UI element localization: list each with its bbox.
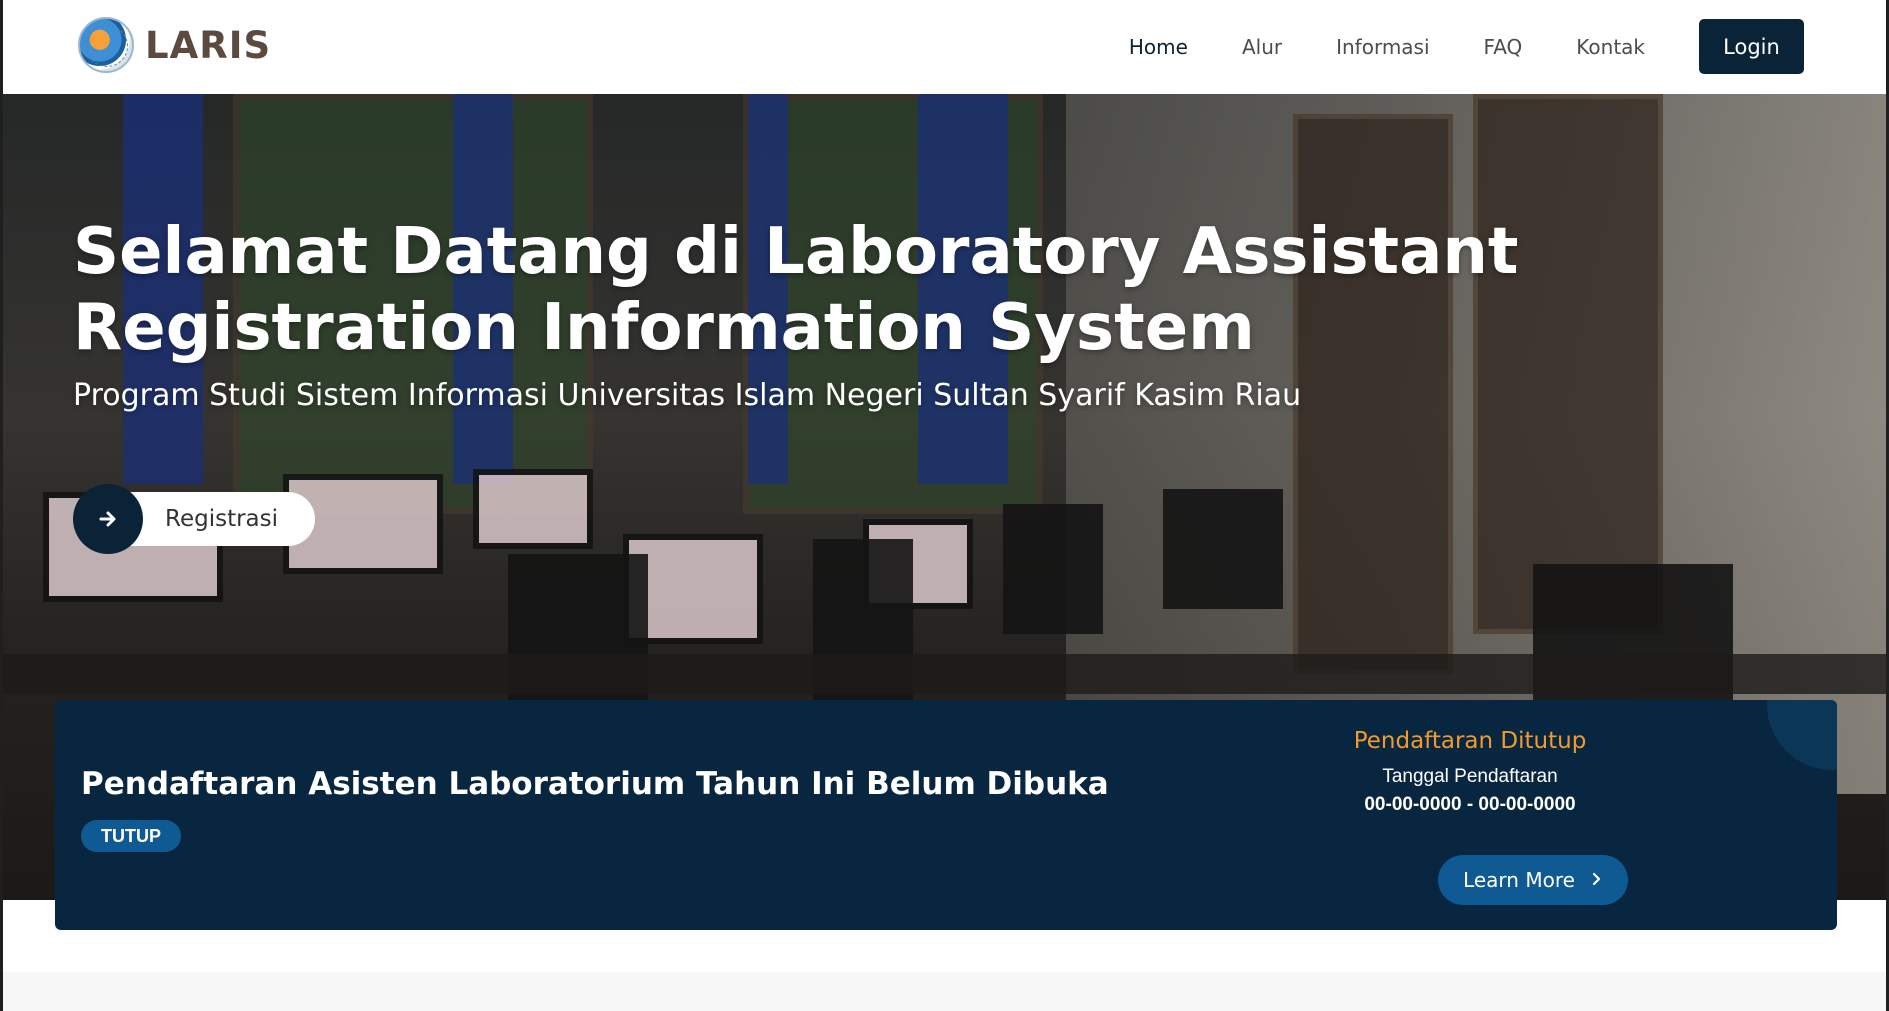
registration-status-card: Pendaftaran Asisten Laboratorium Tahun I…	[55, 700, 1837, 930]
hero-bg-door	[1293, 114, 1453, 674]
status-title: Pendaftaran Asisten Laboratorium Tahun I…	[81, 766, 1109, 802]
arrow-right-icon	[73, 484, 143, 554]
learn-more-label: Learn More	[1463, 868, 1575, 892]
main-nav: Home Alur Informasi FAQ Kontak Login	[1129, 19, 1804, 74]
status-badge: TUTUP	[81, 820, 181, 852]
registrasi-button[interactable]: Registrasi	[73, 484, 315, 554]
brand[interactable]: LARIS	[78, 17, 271, 73]
nav-item-alur[interactable]: Alur	[1242, 35, 1282, 59]
registration-period: Pendaftaran Ditutup Tanggal Pendaftaran …	[1345, 728, 1595, 816]
hero-bg-pc-tower	[1163, 489, 1283, 609]
nav-item-kontak[interactable]: Kontak	[1576, 35, 1645, 59]
card-corner-decoration	[1767, 700, 1837, 770]
site-header: LARIS Home Alur Informasi FAQ Kontak Log…	[0, 0, 1889, 94]
hero-title: Selamat Datang di Laboratory Assistant R…	[73, 215, 1519, 365]
hero-bg-monitor	[473, 469, 593, 549]
date-range: 00-00-0000 - 00-00-0000	[1364, 794, 1576, 815]
nav-item-faq[interactable]: FAQ	[1484, 35, 1523, 59]
university-logo	[78, 17, 134, 73]
hero-bg-desk	[3, 654, 1886, 694]
registrasi-label: Registrasi	[165, 506, 279, 532]
nav-item-informasi[interactable]: Informasi	[1336, 35, 1429, 59]
learn-more-button[interactable]: Learn More	[1438, 855, 1628, 905]
page-section-gray	[0, 972, 1889, 1011]
nav-item-home[interactable]: Home	[1129, 35, 1188, 59]
login-button[interactable]: Login	[1699, 19, 1804, 74]
chevron-right-icon	[1591, 870, 1603, 891]
date-label: Tanggal Pendaftaran	[1382, 766, 1558, 787]
hero-bg-pc-tower	[1003, 504, 1103, 634]
brand-name: LARIS	[145, 23, 272, 67]
hero-subtitle: Program Studi Sistem Informasi Universit…	[73, 378, 1302, 413]
closed-label: Pendaftaran Ditutup	[1353, 728, 1587, 754]
